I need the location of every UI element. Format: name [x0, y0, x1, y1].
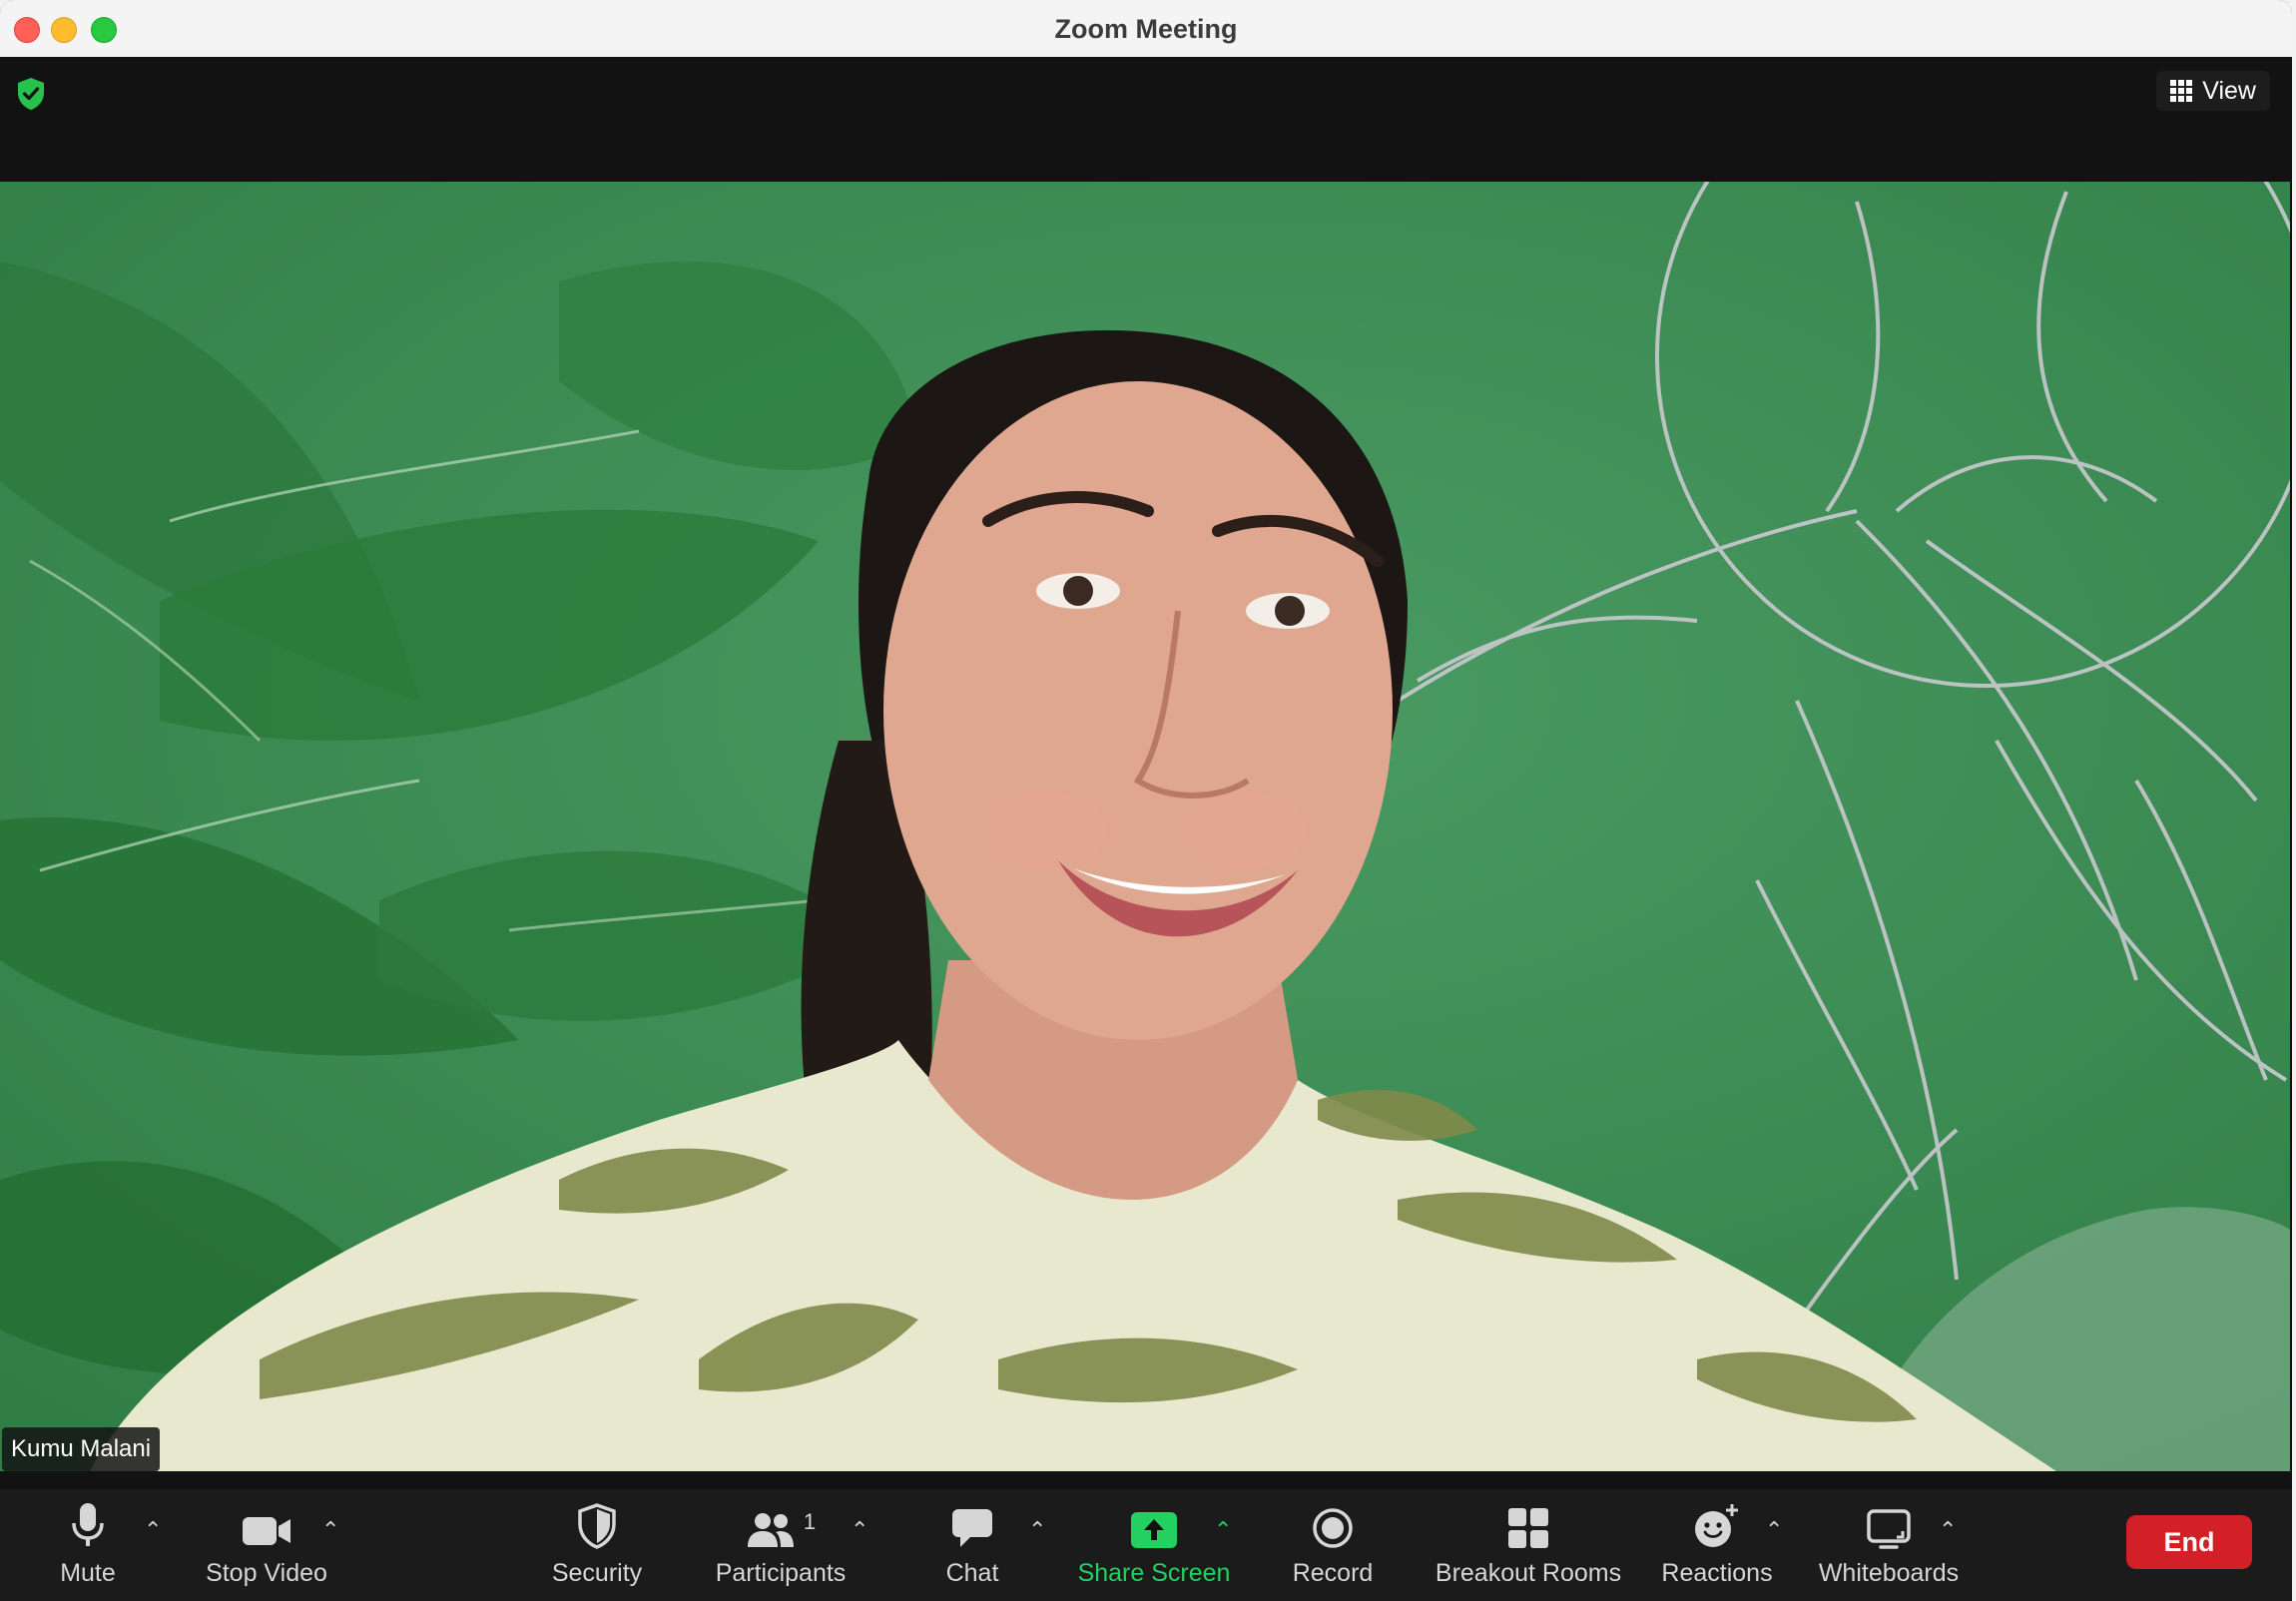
- whiteboards-label: Whiteboards: [1818, 1559, 1960, 1587]
- breakout-rooms-label: Breakout Rooms: [1435, 1559, 1622, 1587]
- view-grid-icon: [2170, 80, 2193, 102]
- participant-video[interactable]: Kumu Malani: [0, 182, 2290, 1471]
- video-frame: [0, 182, 2290, 1471]
- microphone-icon: [72, 1503, 104, 1546]
- participants-label: Participants: [715, 1559, 847, 1587]
- share-screen-button[interactable]: Share Screen: [1072, 1489, 1236, 1601]
- chat-button[interactable]: Chat: [932, 1489, 1012, 1601]
- security-shield-icon: [578, 1503, 616, 1549]
- mute-label: Mute: [60, 1559, 116, 1587]
- caret-up-icon[interactable]: ⌃: [1765, 1517, 1783, 1543]
- reactions-label: Reactions: [1661, 1559, 1773, 1587]
- record-icon: [1313, 1508, 1353, 1548]
- caret-up-icon[interactable]: ⌃: [1214, 1517, 1232, 1543]
- security-label: Security: [551, 1559, 643, 1587]
- whiteboards-button[interactable]: Whiteboards: [1811, 1489, 1967, 1601]
- meeting-toolbar: Mute ⌃ Stop Video ⌃ Security 1 Participa…: [0, 1489, 2292, 1601]
- chat-label: Chat: [945, 1559, 999, 1587]
- whiteboard-icon: [1867, 1509, 1911, 1549]
- chat-bubble-icon: [952, 1509, 992, 1547]
- caret-up-icon[interactable]: ⌃: [1028, 1517, 1046, 1543]
- caret-up-icon[interactable]: ⌃: [1939, 1517, 1957, 1543]
- shield-check-icon[interactable]: [16, 77, 46, 111]
- view-label: View: [2202, 76, 2256, 105]
- stop-video-label: Stop Video: [206, 1559, 327, 1587]
- video-camera-icon: [243, 1517, 290, 1545]
- participants-button[interactable]: 1 Participants: [713, 1489, 849, 1601]
- mute-button[interactable]: Mute: [48, 1489, 128, 1601]
- window-title: Zoom Meeting: [1054, 14, 1238, 44]
- participants-count: 1: [803, 1509, 817, 1534]
- breakout-rooms-icon: [1508, 1508, 1548, 1548]
- record-button[interactable]: Record: [1286, 1489, 1380, 1601]
- participant-name-tag: Kumu Malani: [2, 1427, 161, 1471]
- participants-icon: [747, 1513, 794, 1547]
- share-screen-label: Share Screen: [1077, 1559, 1231, 1587]
- zoom-window: Zoom Meeting View Kumu Malani Mute ⌃ Sto…: [0, 0, 2292, 1601]
- title-bar: Zoom Meeting: [0, 0, 2292, 58]
- view-button[interactable]: View: [2156, 71, 2270, 111]
- share-screen-icon: [1131, 1512, 1177, 1548]
- caret-up-icon[interactable]: ⌃: [321, 1517, 339, 1543]
- caret-up-icon[interactable]: ⌃: [144, 1517, 162, 1543]
- reactions-button[interactable]: Reactions: [1657, 1489, 1777, 1601]
- end-meeting-button[interactable]: End: [2126, 1515, 2252, 1569]
- record-label: Record: [1292, 1559, 1374, 1587]
- security-button[interactable]: Security: [547, 1489, 647, 1601]
- reactions-icon: [1695, 1504, 1738, 1547]
- meeting-top-bar: View: [0, 57, 2292, 182]
- stop-video-button[interactable]: Stop Video: [200, 1489, 333, 1601]
- breakout-rooms-button[interactable]: Breakout Rooms: [1432, 1489, 1625, 1601]
- caret-up-icon[interactable]: ⌃: [851, 1517, 868, 1543]
